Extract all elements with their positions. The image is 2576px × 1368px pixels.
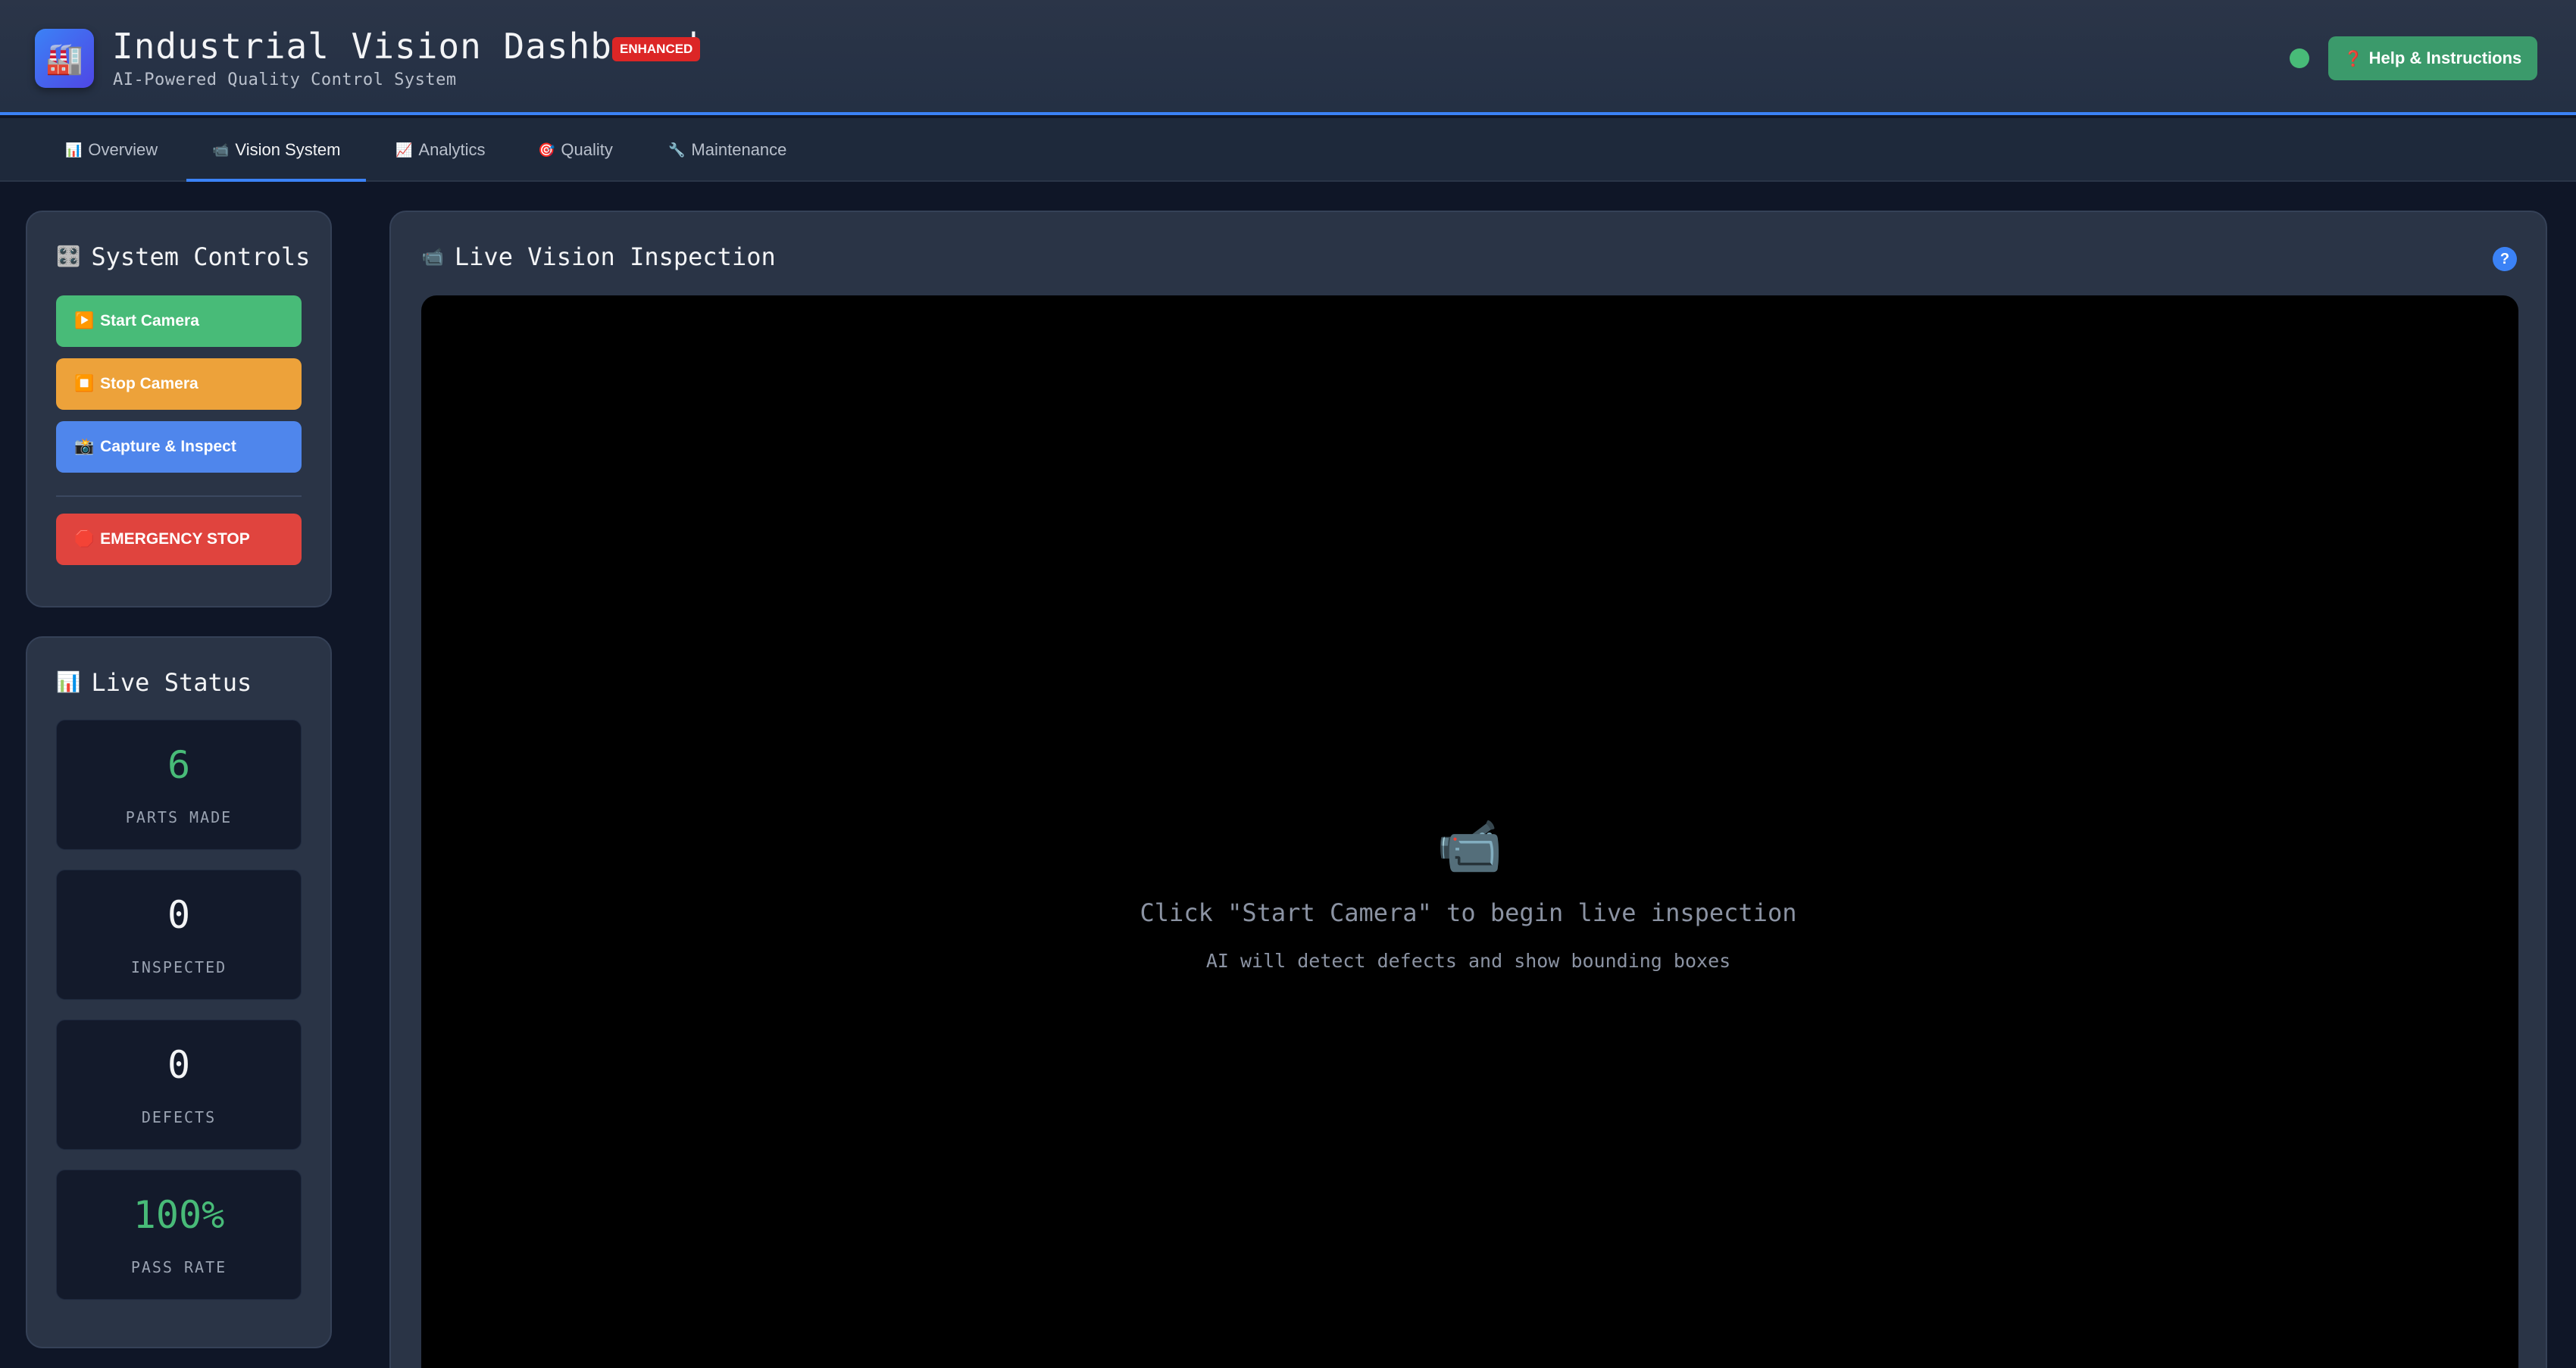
help-button-label: Help & Instructions bbox=[2368, 48, 2522, 67]
enhanced-badge: ENHANCED bbox=[612, 37, 701, 61]
bar-chart-icon: 📊 bbox=[56, 671, 81, 694]
stat-defects: 0 DEFECTS bbox=[56, 1020, 302, 1150]
capture-inspect-button[interactable]: 📸 Capture & Inspect bbox=[56, 421, 302, 473]
live-vision-title: 📹 Live Vision Inspection bbox=[421, 242, 776, 271]
live-status-label: Live Status bbox=[91, 668, 252, 697]
stat-inspected: 0 INSPECTED bbox=[56, 870, 302, 1000]
live-vision-panel: 📹 Live Vision Inspection ? 📹 bbox=[389, 211, 2547, 1368]
stop-icon: ⏹️ bbox=[74, 375, 95, 392]
stat-value: 0 bbox=[167, 893, 191, 937]
tab-vision-system[interactable]: 📹 Vision System bbox=[186, 118, 367, 182]
stat-label: PASS RATE bbox=[130, 1258, 227, 1276]
camera-flash-icon: 📸 bbox=[74, 438, 95, 455]
nav-tabs: 📊 Overview 📹 Vision System 📈 Analytics 🎯… bbox=[0, 118, 2576, 182]
tab-label: Vision System bbox=[235, 140, 341, 159]
camera-idle-submessage: AI will detect defects and show bounding… bbox=[1205, 950, 1731, 972]
stat-value: 0 bbox=[167, 1043, 191, 1087]
tab-quality[interactable]: 🎯 Quality bbox=[538, 118, 613, 182]
live-status-panel: 📊 Live Status 6 PARTS MADE 0 INSPECTED 0… bbox=[26, 636, 332, 1348]
live-status-title: 📊 Live Status bbox=[56, 668, 252, 697]
emergency-stop-label: EMERGENCY STOP bbox=[100, 530, 250, 548]
video-camera-icon: 📹 bbox=[421, 246, 444, 267]
question-mark-icon: ❓ bbox=[2343, 50, 2363, 67]
target-icon: 🎯 bbox=[538, 142, 555, 158]
start-camera-button[interactable]: ▶️ Start Camera bbox=[56, 295, 302, 347]
stat-label: INSPECTED bbox=[130, 958, 227, 976]
app-subtitle: AI-Powered Quality Control System bbox=[113, 70, 457, 89]
tab-label: Analytics bbox=[418, 140, 486, 159]
system-controls-label: System Controls bbox=[91, 242, 311, 271]
vision-help-button[interactable]: ? bbox=[2493, 247, 2517, 271]
connection-status-indicator bbox=[2290, 48, 2309, 68]
live-vision-label: Live Vision Inspection bbox=[454, 242, 776, 271]
stat-label: PARTS MADE bbox=[125, 808, 233, 826]
emergency-stop-button[interactable]: 🛑 EMERGENCY STOP bbox=[56, 514, 302, 565]
stat-value: 6 bbox=[167, 743, 191, 787]
capture-inspect-label: Capture & Inspect bbox=[100, 438, 236, 455]
controls-divider bbox=[56, 495, 302, 497]
system-controls-title: 🎛️ System Controls bbox=[56, 242, 310, 271]
stat-parts-made: 6 PARTS MADE bbox=[56, 720, 302, 850]
stop-camera-button[interactable]: ⏹️ Stop Camera bbox=[56, 358, 302, 410]
stat-value: 100% bbox=[133, 1193, 225, 1237]
tab-maintenance[interactable]: 🔧 Maintenance bbox=[668, 118, 786, 182]
tab-label: Quality bbox=[561, 140, 613, 159]
start-camera-label: Start Camera bbox=[100, 312, 199, 330]
tab-analytics[interactable]: 📈 Analytics bbox=[395, 118, 485, 182]
play-icon: ▶️ bbox=[74, 312, 95, 330]
help-instructions-button[interactable]: ❓ Help & Instructions bbox=[2328, 36, 2537, 80]
tab-label: Overview bbox=[88, 140, 158, 159]
system-controls-panel: 🎛️ System Controls ▶️ Start Camera ⏹️ St… bbox=[26, 211, 332, 607]
app-header: 🏭 Industrial Vision Dashboard ENHANCED A… bbox=[0, 0, 2576, 115]
wrench-icon: 🔧 bbox=[668, 142, 686, 158]
stat-pass-rate: 100% PASS RATE bbox=[56, 1170, 302, 1300]
app-title: Industrial Vision Dashboard bbox=[112, 26, 699, 67]
factory-logo-icon: 🏭 bbox=[35, 29, 94, 88]
video-camera-icon: 📹 bbox=[212, 142, 230, 158]
tab-label: Maintenance bbox=[691, 140, 787, 159]
stop-camera-label: Stop Camera bbox=[100, 375, 199, 392]
stop-sign-icon: 🛑 bbox=[74, 530, 95, 548]
video-camera-icon: 📹 bbox=[1436, 817, 1503, 876]
camera-feed-viewport[interactable]: 📹 bbox=[421, 295, 2518, 1368]
bar-chart-icon: 📊 bbox=[65, 142, 83, 158]
camera-idle-message: Click "Start Camera" to begin live inspe… bbox=[1140, 898, 1797, 927]
trend-chart-icon: 📈 bbox=[395, 142, 413, 158]
tab-overview[interactable]: 📊 Overview bbox=[65, 118, 158, 182]
control-knobs-icon: 🎛️ bbox=[56, 245, 81, 268]
stat-label: DEFECTS bbox=[141, 1108, 217, 1126]
